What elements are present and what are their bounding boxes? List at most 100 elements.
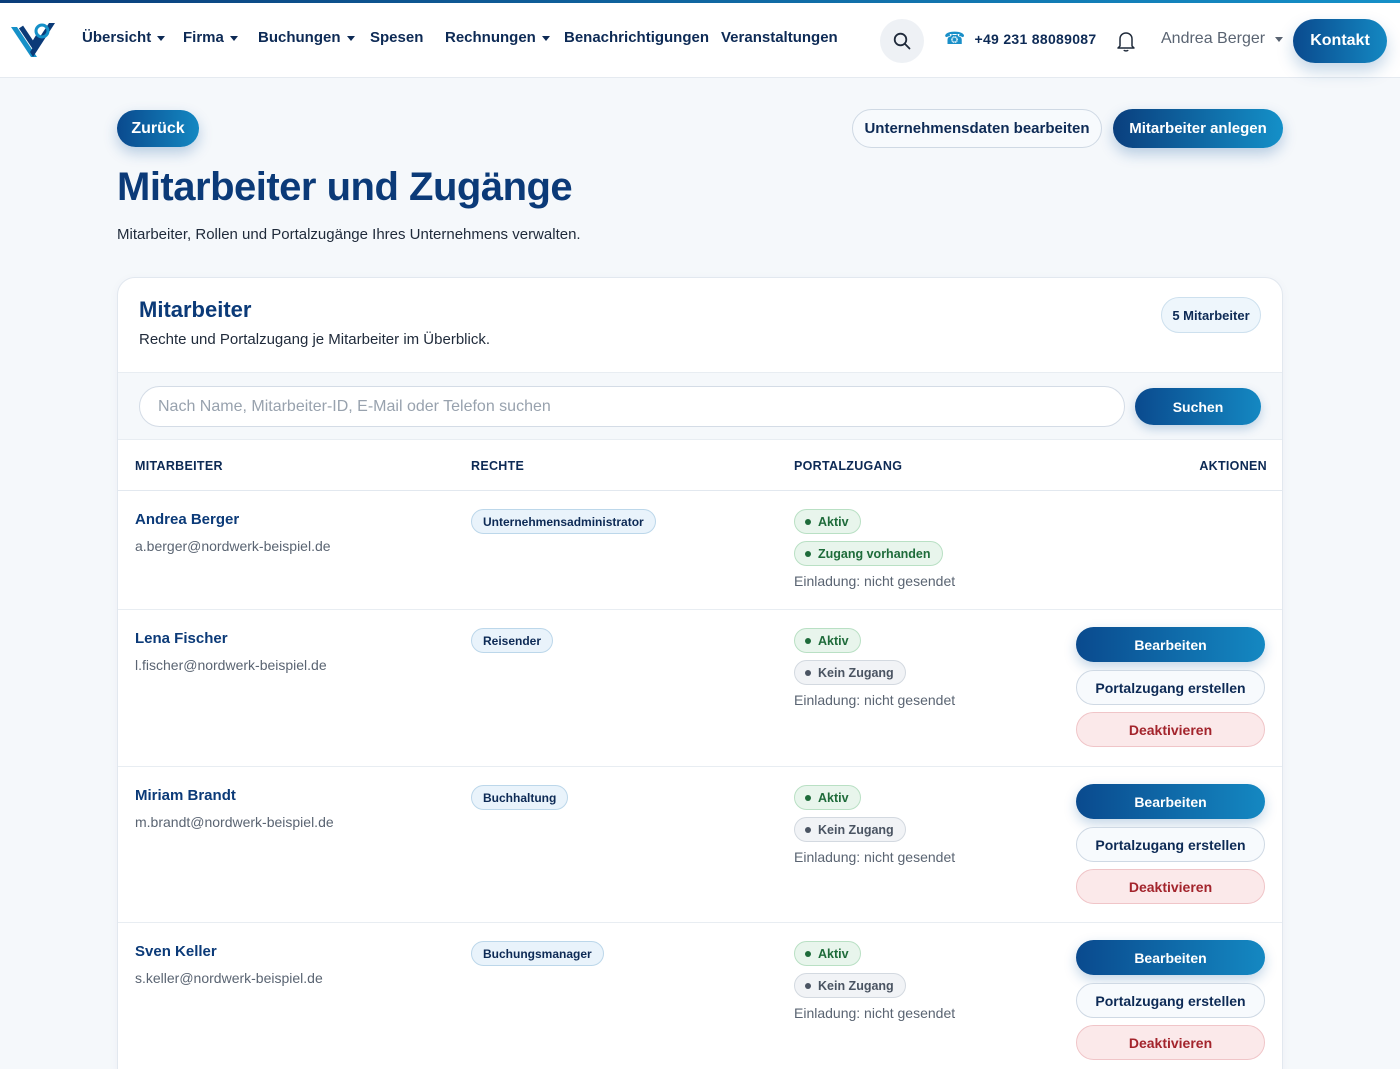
deactivate-employee-button[interactable]: Deaktivieren [1076,712,1265,747]
card-subtitle: Rechte und Portalzugang je Mitarbeiter i… [139,331,490,348]
nav-label: Spesen [370,29,424,46]
status-dot-icon [805,826,811,833]
status-label: Aktiv [818,633,849,648]
nav-label: Rechnungen [445,29,536,46]
deactivate-employee-button[interactable]: Deaktivieren [1076,869,1265,904]
chevron-down-icon [346,35,355,41]
status-dot-icon [805,550,811,557]
card-title: Mitarbeiter [139,297,252,322]
table-row: Sven Keller s.keller@nordwerk-beispiel.d… [118,923,1282,1069]
column-header-rechte: RECHTE [471,459,525,473]
invite-status: Einladung: nicht gesendet [794,849,956,865]
deactivate-employee-button[interactable]: Deaktivieren [1076,1025,1265,1060]
column-header-aktionen: AKTIONEN [1199,459,1267,473]
employee-email: m.brandt@nordwerk-beispiel.de [135,814,334,830]
access-badge: Kein Zugang [794,973,906,998]
status-badge: Aktiv [794,785,861,810]
edit-employee-button[interactable]: Bearbeiten [1076,627,1265,662]
chevron-down-icon [541,35,550,41]
phone-icon: ☎ [944,29,966,48]
access-badge: Zugang vorhanden [794,541,943,566]
status-label: Aktiv [818,946,849,961]
chevron-down-icon [157,35,166,41]
role-badge: Buchhaltung [471,785,569,810]
phone-link[interactable]: ☎ +49 231 88089087 [944,30,1096,47]
back-button[interactable]: Zurück [117,110,199,147]
invite-status: Einladung: nicht gesendet [794,692,956,708]
company-logo[interactable] [9,19,57,61]
role-badge: Reisender [471,628,554,653]
status-dot-icon [805,669,811,676]
status-label: Aktiv [818,790,849,805]
page-title: Mitarbeiter und Zugänge [117,165,573,209]
edit-employee-button[interactable]: Bearbeiten [1076,784,1265,819]
edit-employee-button[interactable]: Bearbeiten [1076,940,1265,975]
status-badge: Aktiv [794,941,861,966]
create-portal-access-button[interactable]: Portalzugang erstellen [1076,670,1265,705]
nav-label: Übersicht [82,29,152,46]
search-submit-button[interactable]: Suchen [1135,388,1261,425]
status-dot-icon [805,982,811,989]
column-header-portalzugang: PORTALZUGANG [794,459,903,473]
access-label: Zugang vorhanden [818,546,931,561]
status-badge: Aktiv [794,628,861,653]
user-menu[interactable]: Andrea Berger [1161,30,1284,48]
chevron-down-icon [1275,37,1284,42]
status-dot-icon [805,794,811,801]
nav-item-veranstaltungen[interactable]: Veranstaltungen [721,29,838,46]
nav-label: Benachrichtigungen [564,29,710,46]
top-navbar: Übersicht Firma Buchungen Spesen Rechnun… [0,3,1400,78]
role-badge: Buchungsmanager [471,941,604,966]
table-row: Miriam Brandt m.brandt@nordwerk-beispiel… [118,767,1282,923]
bell-icon[interactable] [1115,29,1137,53]
nav-item-rechnungen[interactable]: Rechnungen [445,29,550,46]
status-badge: Aktiv [794,509,861,534]
search-icon [893,32,911,50]
nav-item-benachrichtigungen[interactable]: Benachrichtigungen [564,29,709,46]
invite-status: Einladung: nicht gesendet [794,573,956,589]
invite-status: Einladung: nicht gesendet [794,1005,956,1021]
nav-label: Buchungen [258,29,341,46]
access-badge: Kein Zugang [794,817,906,842]
access-label: Kein Zugang [818,665,894,680]
nav-label: Veranstaltungen [721,29,838,46]
create-portal-access-button[interactable]: Portalzugang erstellen [1076,983,1265,1018]
access-badge: Kein Zugang [794,660,906,685]
employee-count-badge: 5 Mitarbeiter [1161,297,1261,333]
table-header: MITARBEITER RECHTE PORTALZUGANG AKTIONEN [118,440,1282,491]
role-badge: Unternehmensadministrator [471,509,656,534]
status-dot-icon [805,637,811,644]
status-label: Aktiv [818,514,849,529]
search-bar: Suchen [118,372,1282,440]
table-row: Lena Fischer l.fischer@nordwerk-beispiel… [118,610,1282,767]
edit-company-button[interactable]: Unternehmensdaten bearbeiten [852,109,1102,148]
create-portal-access-button[interactable]: Portalzugang erstellen [1076,827,1265,862]
employee-email: s.keller@nordwerk-beispiel.de [135,970,323,986]
nav-item-spesen[interactable]: Spesen [370,29,423,46]
employee-name: Andrea Berger [135,511,240,528]
employee-email: l.fischer@nordwerk-beispiel.de [135,657,327,673]
column-header-mitarbeiter: MITARBEITER [135,459,223,473]
contact-button[interactable]: Kontakt [1293,19,1387,63]
chevron-down-icon [229,35,238,41]
employees-card: Mitarbeiter Rechte und Portalzugang je M… [117,277,1283,1069]
user-name: Andrea Berger [1161,30,1266,47]
page-subtitle: Mitarbeiter, Rollen und Portalzugänge Ih… [117,226,581,243]
nav-item-firma[interactable]: Firma [183,29,238,46]
employee-email: a.berger@nordwerk-beispiel.de [135,538,331,554]
status-dot-icon [805,518,811,525]
phone-number: +49 231 88089087 [974,30,1097,47]
employee-name: Sven Keller [135,943,217,960]
nav-item-buchungen[interactable]: Buchungen [258,29,355,46]
status-dot-icon [805,950,811,957]
search-button[interactable] [880,19,924,63]
nav-item-uebersicht[interactable]: Übersicht [82,29,166,46]
table-row: Andrea Berger a.berger@nordwerk-beispiel… [118,491,1282,610]
employee-name: Miriam Brandt [135,787,236,804]
nav-label: Firma [183,29,224,46]
access-label: Kein Zugang [818,822,894,837]
employee-name: Lena Fischer [135,630,228,647]
add-employee-button[interactable]: Mitarbeiter anlegen [1113,109,1283,148]
employee-search-input[interactable] [139,386,1125,427]
access-label: Kein Zugang [818,978,894,993]
